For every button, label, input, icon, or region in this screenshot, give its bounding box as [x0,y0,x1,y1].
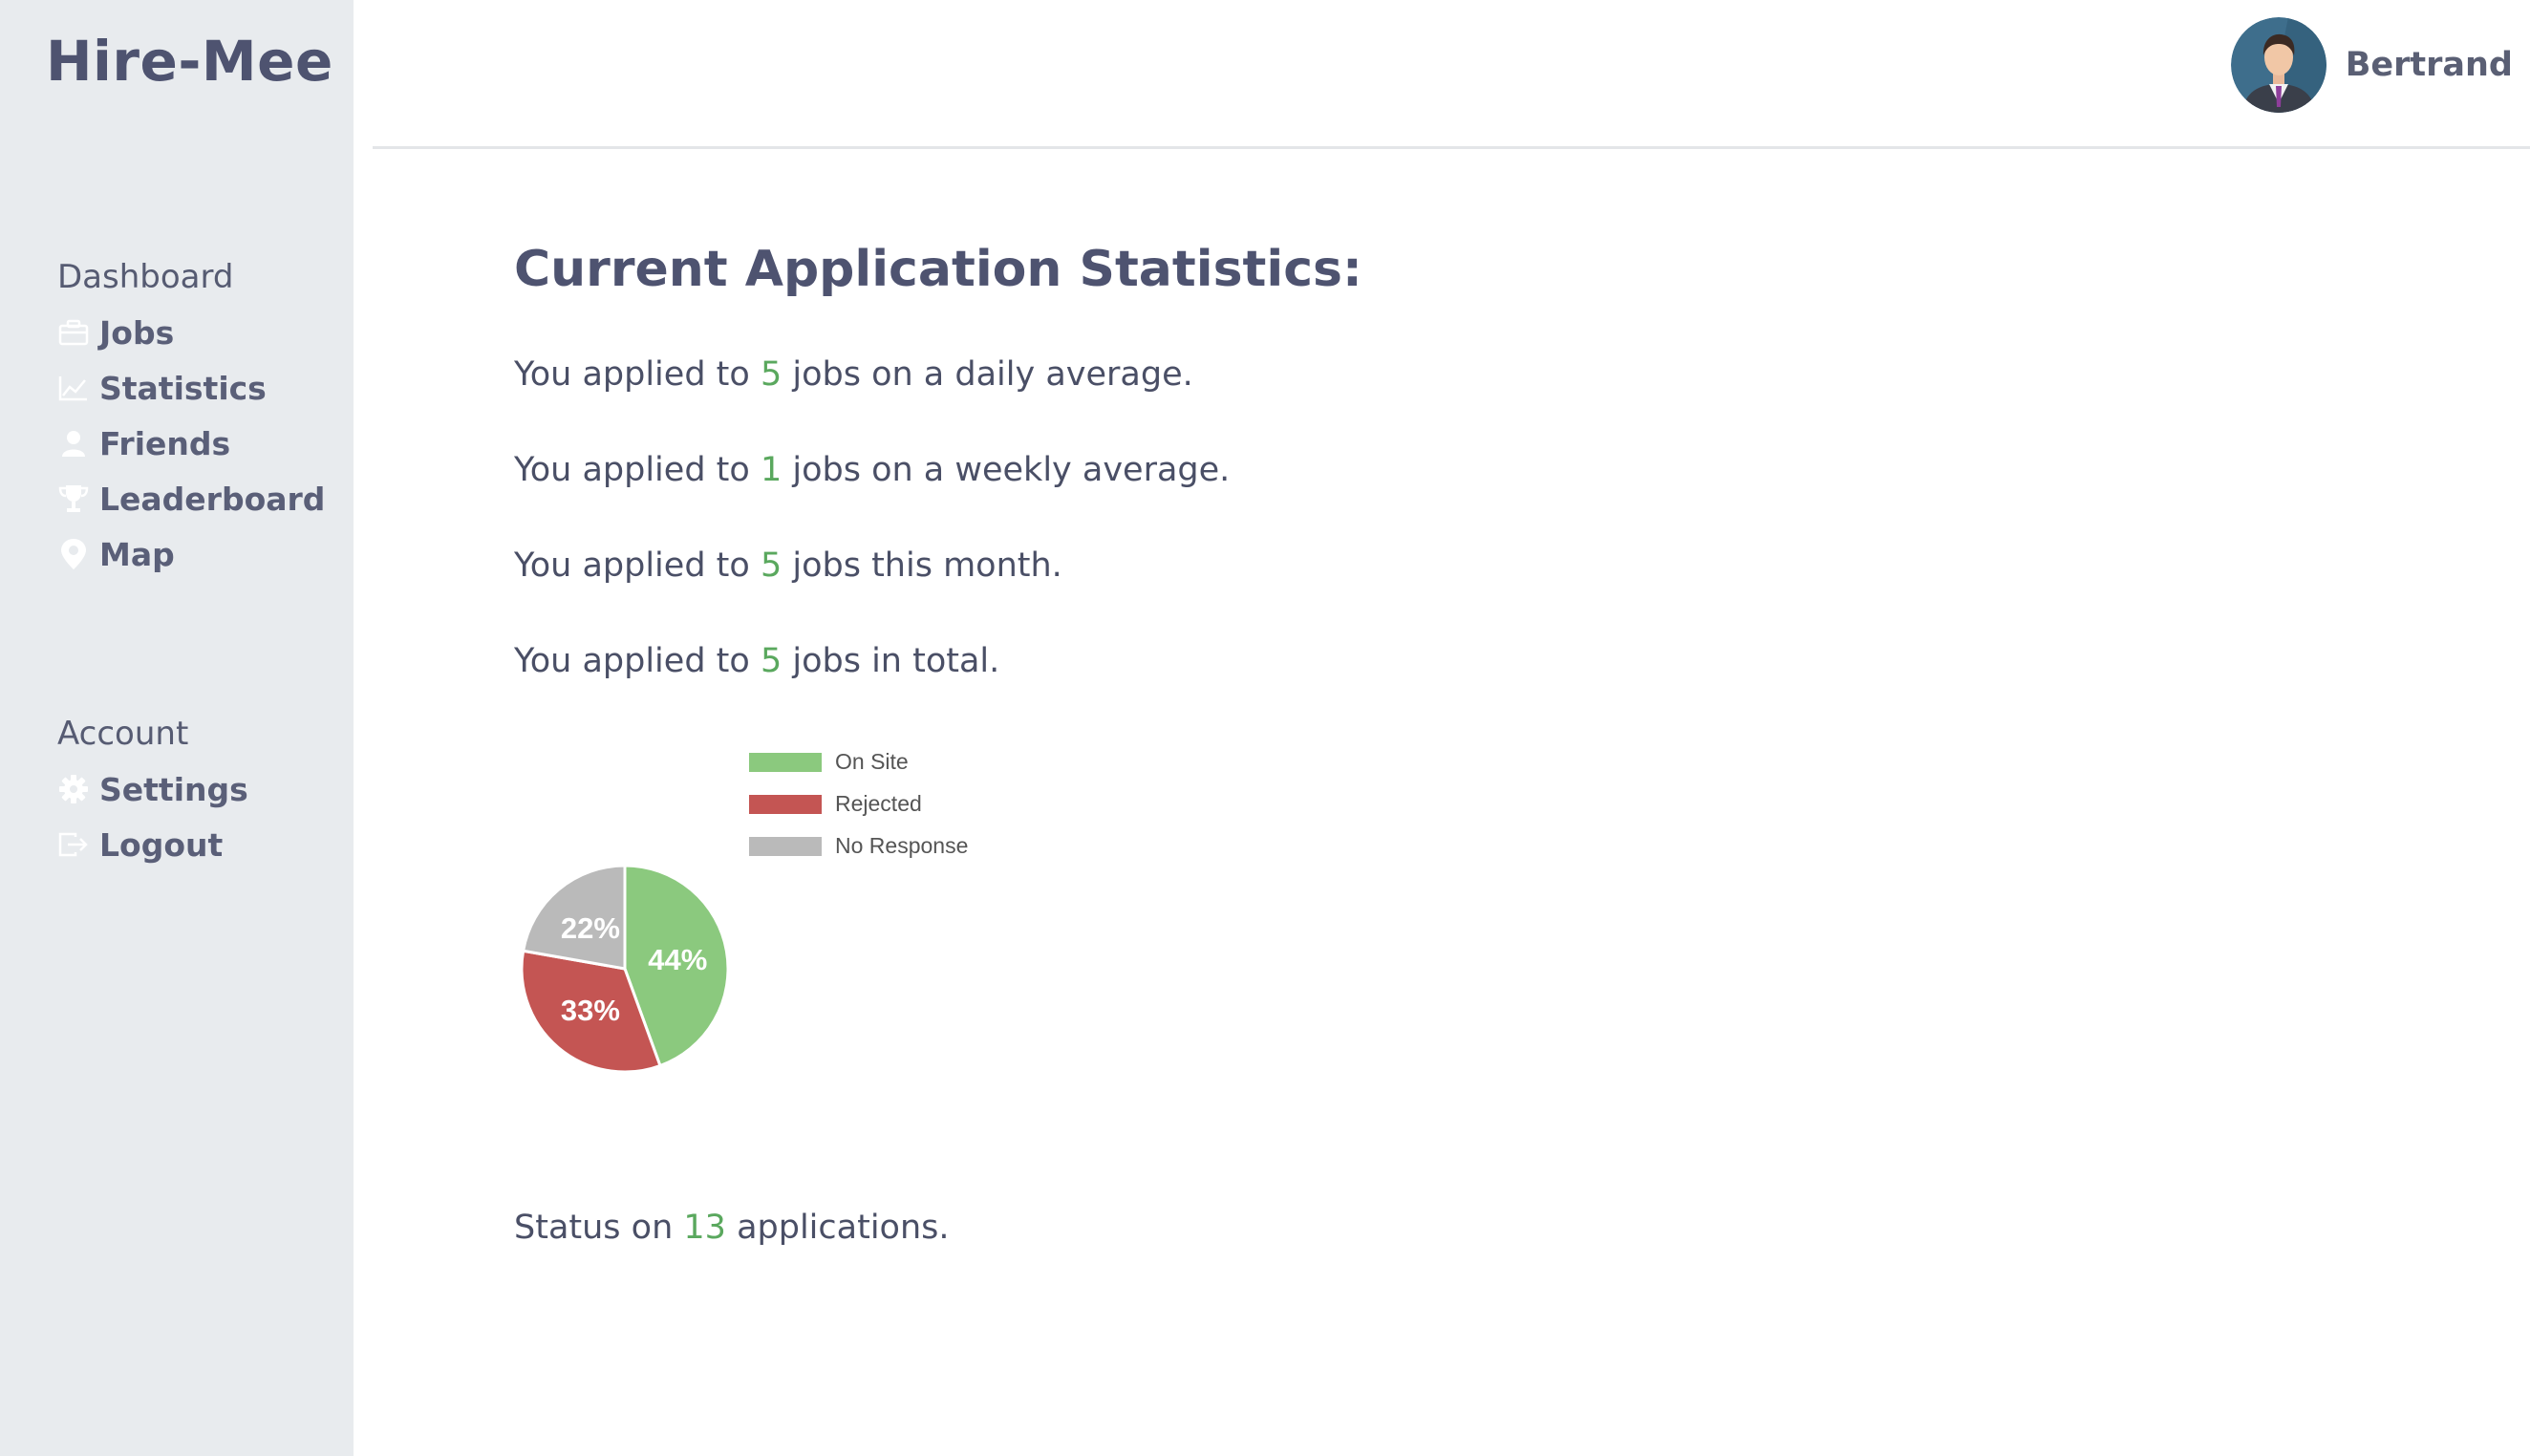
status-prefix: Status on [514,1209,674,1247]
header-divider [373,146,2530,149]
user-icon [57,427,90,460]
sidebar-item-map[interactable]: Map [57,532,175,576]
stat-prefix: You applied to [514,546,750,585]
status-pie-chart: On Site Rejected No Response 44% 33% 22% [520,749,968,1074]
sidebar-item-label: Statistics [99,369,267,407]
sidebar: Hire-Mee Dashboard Jobs Statistics Frien… [0,0,354,1456]
pie-slice-label: 33% [561,994,620,1027]
sidebar-item-jobs[interactable]: Jobs [57,310,174,354]
sidebar-item-label: Map [99,535,175,573]
status-suffix: applications. [737,1209,950,1247]
stat-value: 5 [760,355,783,394]
trophy-icon [57,482,90,515]
map-pin-icon [57,538,90,570]
sidebar-item-label: Friends [99,424,231,462]
briefcase-icon [57,316,90,349]
sidebar-item-settings[interactable]: Settings [57,767,248,811]
page-title: Current Application Statistics: [514,241,1362,298]
stat-prefix: You applied to [514,642,750,680]
legend-label[interactable]: No Response [835,833,968,858]
stat-suffix: jobs on a weekly average. [792,451,1231,489]
stat-this-month: You applied to 5 jobs this month. [514,546,1062,585]
logout-icon [57,828,90,861]
sidebar-item-label: Leaderboard [99,480,326,518]
legend-swatch-on-site[interactable] [749,753,822,772]
sidebar-item-label: Settings [99,770,248,808]
legend-swatch-rejected[interactable] [749,795,822,814]
stat-value: 1 [760,451,783,489]
status-summary: Status on 13 applications. [514,1209,950,1247]
stat-suffix: jobs in total. [792,642,1000,680]
avatar[interactable] [2230,17,2326,113]
sidebar-item-label: Logout [99,825,224,864]
sidebar-section-dashboard: Dashboard [57,258,234,296]
pie-slice-label: 44% [648,943,707,976]
username[interactable]: Bertrand [2346,46,2513,84]
legend-label[interactable]: Rejected [835,791,922,816]
legend-swatch-no-response[interactable] [749,837,822,856]
stat-daily-average: You applied to 5 jobs on a daily average… [514,355,1193,394]
stat-weekly-average: You applied to 1 jobs on a weekly averag… [514,451,1230,489]
sidebar-section-account: Account [57,715,189,753]
sidebar-item-label: Jobs [99,313,175,352]
sidebar-item-leaderboard[interactable]: Leaderboard [57,477,325,521]
stat-value: 5 [760,546,783,585]
gear-icon [57,773,90,805]
stat-prefix: You applied to [514,451,750,489]
legend-label[interactable]: On Site [835,749,909,774]
chart-line-icon [57,372,90,404]
stat-suffix: jobs on a daily average. [792,355,1193,394]
stat-value: 5 [760,642,783,680]
pie-slice-label: 22% [561,911,620,945]
stat-suffix: jobs this month. [792,546,1062,585]
sidebar-item-friends[interactable]: Friends [57,421,230,465]
stat-prefix: You applied to [514,355,750,394]
sidebar-item-statistics[interactable]: Statistics [57,366,267,410]
user-menu[interactable]: Bertrand [2230,17,2513,113]
sidebar-item-logout[interactable]: Logout [57,823,223,867]
status-value: 13 [683,1209,726,1247]
app-logo[interactable]: Hire-Mee [46,29,333,94]
stat-total: You applied to 5 jobs in total. [514,642,999,680]
